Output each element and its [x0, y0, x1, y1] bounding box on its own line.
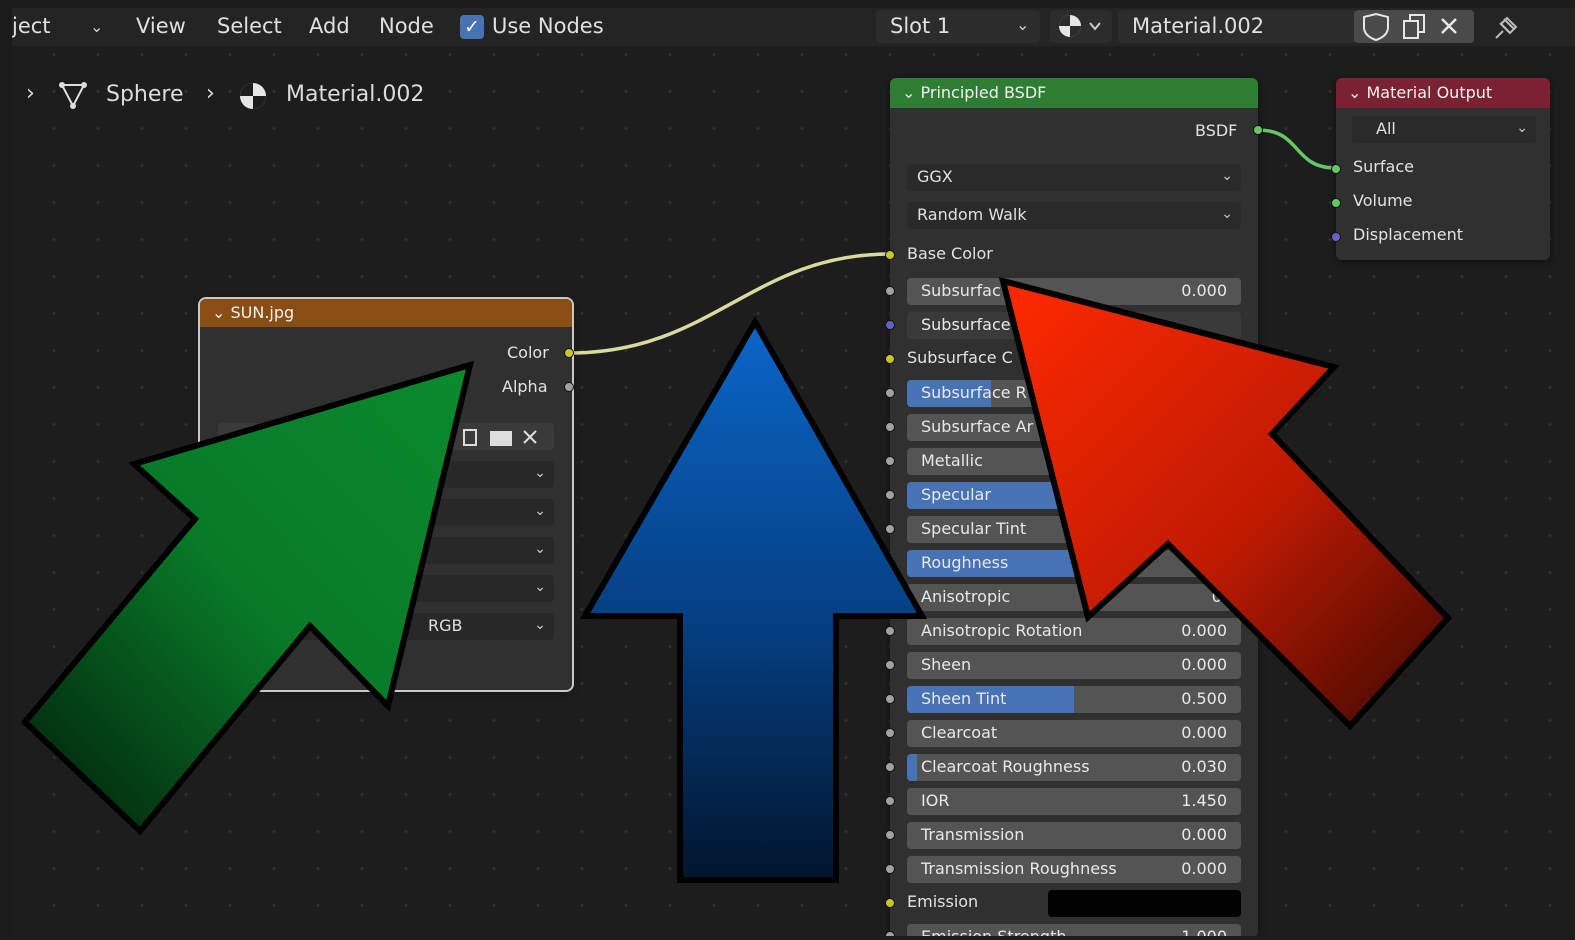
annotation-arrows: [20, 276, 1453, 883]
green-arrow-icon: [20, 360, 475, 836]
node-editor[interactable]: ject ⌄ View Select Add Node ✓ Use Nodes …: [12, 8, 1575, 936]
red-arrow-icon: [998, 276, 1453, 731]
blue-arrow-icon: [579, 315, 928, 883]
